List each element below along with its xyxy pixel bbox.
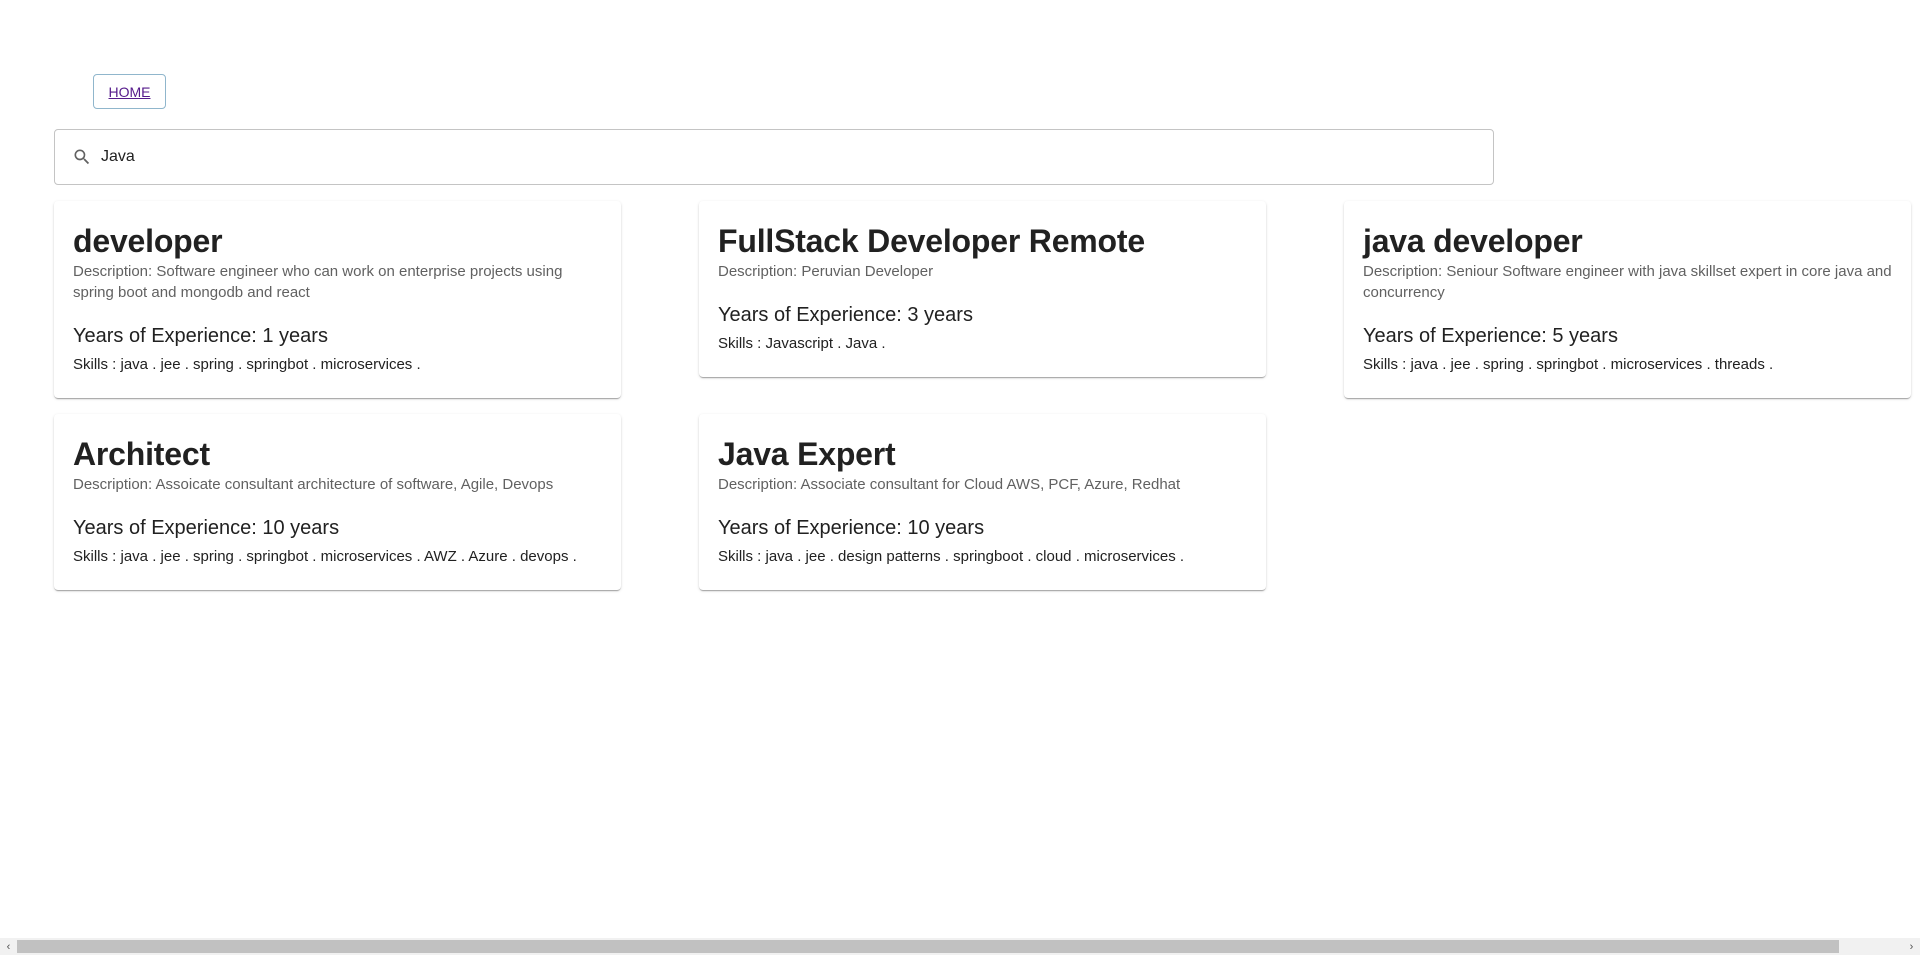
job-card[interactable]: java developer Description: Seniour Soft… [1344,201,1911,398]
home-button[interactable]: HOME [93,74,166,109]
job-experience: Years of Experience: 3 years [718,304,973,326]
job-title: Java Expert [718,436,896,472]
job-experience: Years of Experience: 10 years [718,517,985,539]
scroll-right-icon[interactable]: › [1903,938,1920,955]
job-description: Description: Associate consultant for Cl… [718,476,1181,493]
job-skills: Skills : java . jee . spring . springbot… [1363,356,1774,373]
scrollbar-thumb[interactable] [17,940,1839,953]
job-skills: Skills : Javascript . Java . [718,335,886,352]
search-icon [71,146,93,168]
job-description: Description: Seniour Software engineer w… [1363,263,1892,301]
job-experience: Years of Experience: 1 years [73,325,328,347]
job-title: developer [73,223,223,259]
search-input[interactable] [101,148,1481,166]
job-experience: Years of Experience: 5 years [1363,325,1618,347]
horizontal-scrollbar[interactable]: ‹ › [0,938,1920,955]
job-description: Description: Peruvian Developer [718,263,934,280]
job-skills: Skills : java . jee . spring . springbot… [73,548,577,565]
search-field[interactable] [54,129,1494,185]
job-experience: Years of Experience: 10 years [73,517,340,539]
job-card[interactable]: Java Expert Description: Associate consu… [699,414,1266,590]
job-title: java developer [1363,223,1583,259]
job-title: FullStack Developer Remote [718,223,1145,259]
job-card[interactable]: Architect Description: Assoicate consult… [54,414,621,590]
job-skills: Skills : java . jee . spring . springbot… [73,356,421,373]
job-skills: Skills : java . jee . design patterns . … [718,548,1185,565]
job-card[interactable]: developer Description: Software engineer… [54,201,621,398]
job-title: Architect [73,436,210,472]
job-description: Description: Software engineer who can w… [73,263,563,301]
scroll-left-icon[interactable]: ‹ [0,938,17,955]
job-description: Description: Assoicate consultant archit… [73,476,554,493]
job-card[interactable]: FullStack Developer Remote Description: … [699,201,1266,377]
